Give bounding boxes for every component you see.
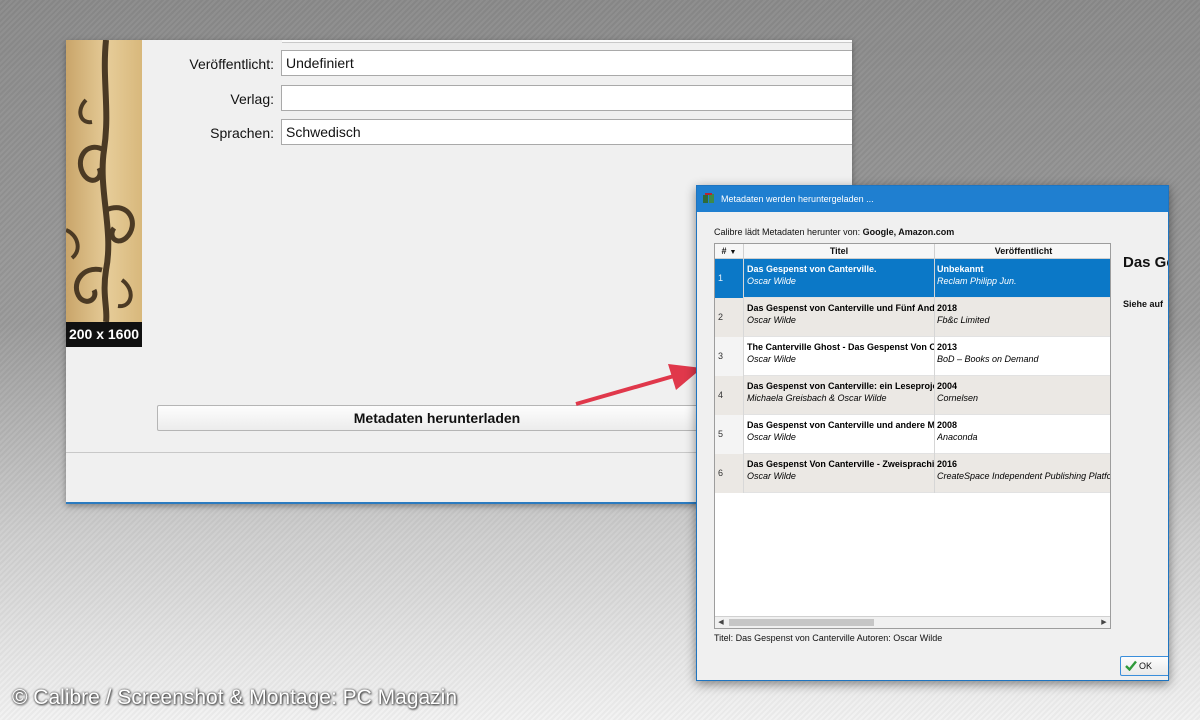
table-row[interactable]: 4 Das Gespenst von Canterville: ein Lese… — [715, 376, 1110, 415]
divider — [934, 415, 935, 454]
scroll-left-icon[interactable]: ◀ — [715, 617, 727, 628]
table-row[interactable]: 6 Das Gespenst Von Canterville - Zweispr… — [715, 454, 1110, 493]
preview-title: Das Ge — [1123, 254, 1168, 271]
title-cell: Das Gespenst von Canterville und Fünf An… — [747, 302, 934, 334]
pub-publisher: Cornelsen — [937, 393, 979, 403]
pub-publisher: Anaconda — [937, 432, 978, 442]
pub-year: 2013 — [937, 342, 958, 352]
col-num-header[interactable]: # ▼ — [715, 244, 744, 259]
row-number: 5 — [715, 415, 744, 454]
col-num-label: # — [721, 246, 727, 256]
pub-year: 2018 — [937, 303, 958, 313]
divider — [934, 454, 935, 493]
scroll-right-icon[interactable]: ▶ — [1098, 617, 1110, 628]
check-icon — [1125, 660, 1137, 671]
preview-link[interactable]: Siehe auf — [1123, 299, 1163, 309]
ok-label: OK — [1139, 661, 1153, 671]
row-number: 4 — [715, 376, 744, 415]
top-edge — [282, 40, 852, 43]
dialog-titlebar[interactable]: Metadaten werden heruntergeladen ... — [697, 186, 1168, 212]
title-cell: Das Gespenst von Canterville: ein Lesepr… — [747, 380, 934, 412]
title-cell: Das Gespenst von Canterville. Oscar Wild… — [747, 263, 934, 295]
published-cell: 2018 Fb&c Limited — [937, 302, 1110, 334]
published-cell: Unbekannt Reclam Philipp Jun. — [937, 263, 1110, 295]
pub-publisher: Reclam Philipp Jun. — [937, 276, 1017, 286]
row-number: 6 — [715, 454, 744, 493]
divider — [934, 298, 935, 337]
col-published-header[interactable]: Veröffentlicht — [935, 244, 1110, 259]
annotation-arrow-icon — [575, 364, 702, 406]
divider — [934, 259, 935, 298]
book-author: Michaela Greisbach & Oscar Wilde — [747, 393, 887, 403]
book-author: Oscar Wilde — [747, 471, 796, 481]
table-row[interactable]: 1 Das Gespenst von Canterville. Oscar Wi… — [715, 259, 1110, 298]
book-title: Das Gespenst von Canterville und andere … — [747, 420, 934, 430]
pub-year: 2008 — [937, 420, 958, 430]
horizontal-scrollbar[interactable]: ◀ ▶ — [715, 616, 1110, 628]
source-prefix: Calibre lädt Metadaten herunter von: — [714, 227, 861, 237]
source-line: Calibre lädt Metadaten herunter von: Goo… — [714, 227, 954, 237]
published-field[interactable]: Undefiniert — [281, 50, 852, 76]
languages-field[interactable]: Schwedisch — [281, 119, 852, 145]
row-number: 1 — [715, 259, 744, 298]
title-cell: Das Gespenst Von Canterville - Zweisprac… — [747, 458, 934, 490]
row-number: 2 — [715, 298, 744, 337]
dialog-title: Metadaten werden heruntergeladen ... — [721, 194, 874, 204]
download-dialog: Metadaten werden heruntergeladen ... Cal… — [696, 185, 1169, 681]
table-row[interactable]: 2 Das Gespenst von Canterville und Fünf … — [715, 298, 1110, 337]
table-row[interactable]: 3 The Canterville Ghost - Das Gespenst V… — [715, 337, 1110, 376]
pub-year: 2016 — [937, 459, 958, 469]
cover-ornament — [66, 40, 135, 322]
divider — [934, 376, 935, 415]
pub-year: Unbekannt — [937, 264, 984, 274]
book-title: Das Gespenst Von Canterville - Zweisprac… — [747, 459, 934, 469]
published-cell: 2016 CreateSpace Independent Publishing … — [937, 458, 1111, 490]
ok-button[interactable]: OK — [1120, 656, 1168, 676]
publisher-field[interactable] — [281, 85, 852, 111]
image-credit: © Calibre / Screenshot & Montage: PC Mag… — [12, 686, 458, 709]
sort-arrow-icon: ▼ — [729, 249, 737, 256]
status-line: Titel: Das Gespenst von Canterville Auto… — [714, 633, 943, 643]
languages-label: Sprachen: — [210, 125, 274, 141]
title-cell: Das Gespenst von Canterville und andere … — [747, 419, 934, 451]
book-cover[interactable]: 200 x 1600 — [66, 40, 142, 347]
title-cell: The Canterville Ghost - Das Gespenst Von… — [747, 341, 934, 373]
row-number: 3 — [715, 337, 744, 376]
book-title: The Canterville Ghost - Das Gespenst Von… — [747, 342, 934, 352]
pub-publisher: CreateSpace Independent Publishing Platf… — [937, 471, 1111, 481]
pub-publisher: BoD – Books on Demand — [937, 354, 1039, 364]
cover-size-label: 200 x 1600 — [66, 322, 142, 347]
results-table[interactable]: # ▼ Titel Veröffentlicht 1 Das Gespenst v… — [714, 243, 1111, 629]
table-row[interactable]: 5 Das Gespenst von Canterville und ander… — [715, 415, 1110, 454]
book-author: Oscar Wilde — [747, 315, 796, 325]
published-cell: 2013 BoD – Books on Demand — [937, 341, 1110, 373]
publisher-label: Verlag: — [230, 91, 274, 107]
published-cell: 2008 Anaconda — [937, 419, 1110, 451]
book-title: Das Gespenst von Canterville: ein Lesepr… — [747, 381, 934, 391]
app-icon — [703, 193, 714, 203]
published-cell: 2004 Cornelsen — [937, 380, 1110, 412]
pub-publisher: Fb&c Limited — [937, 315, 990, 325]
source-list: Google, Amazon.com — [862, 227, 955, 237]
book-title: Das Gespenst von Canterville und Fünf An… — [747, 303, 934, 313]
book-title: Das Gespenst von Canterville. — [747, 264, 877, 274]
published-label: Veröffentlicht: — [189, 56, 274, 72]
book-author: Oscar Wilde — [747, 432, 796, 442]
table-header: # ▼ Titel Veröffentlicht — [715, 244, 1110, 259]
book-author: Oscar Wilde — [747, 354, 796, 364]
col-title-header[interactable]: Titel — [744, 244, 935, 259]
book-author: Oscar Wilde — [747, 276, 796, 286]
scroll-thumb[interactable] — [729, 619, 874, 626]
divider — [934, 337, 935, 376]
pub-year: 2004 — [937, 381, 958, 391]
